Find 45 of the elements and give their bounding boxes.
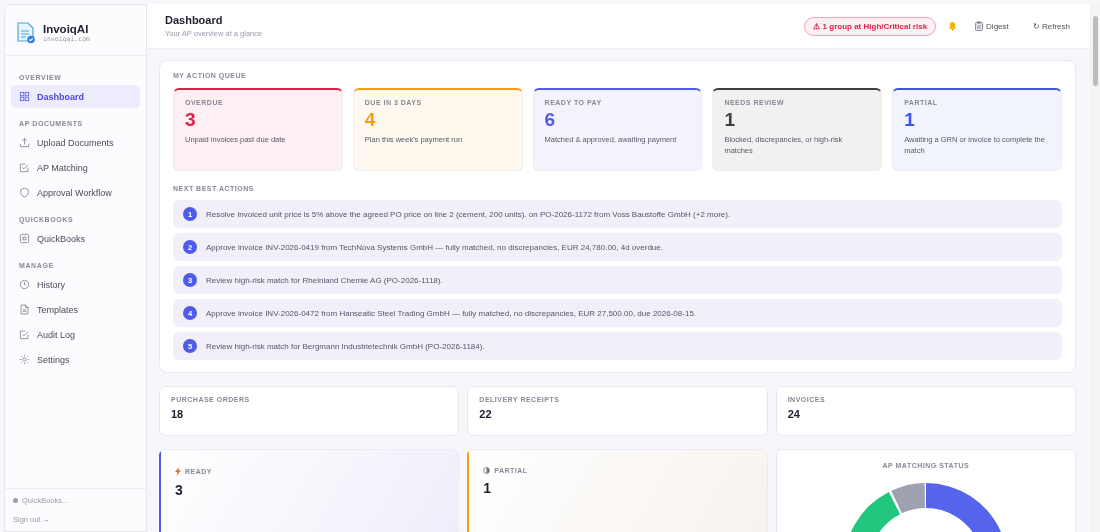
action-text: Approve invoice INV-2026-0472 from Hanseatic Steel Trading GmbH — fully matched, no discrepancies, EUR 27,500.00, due 2026-08-15. xyxy=(206,308,697,318)
digest-button[interactable]: Digest xyxy=(969,18,1015,34)
nav-item[interactable]: Settings xyxy=(11,348,140,371)
nav-item[interactable]: Audit Log xyxy=(11,323,140,346)
half-circle-icon xyxy=(483,467,491,474)
shield-icon xyxy=(19,187,30,198)
bell-icon[interactable] xyxy=(948,21,958,31)
square-icon xyxy=(19,233,30,244)
status-dot xyxy=(13,498,18,503)
risk-alert-badge[interactable]: ⚠ 1 group at High/Critical risk xyxy=(804,16,937,36)
action-text: Review high-risk match for Bergmann Industrietechnik GmbH (PO-2026-1184). xyxy=(206,341,485,351)
nav-item[interactable]: Dashboard xyxy=(11,85,140,108)
clock-icon xyxy=(19,279,30,290)
nav-item[interactable]: Templates xyxy=(11,298,140,321)
card-count: 4 xyxy=(364,109,377,131)
card-count: 3 xyxy=(185,109,197,131)
page-title: Dashboard xyxy=(165,14,224,26)
grid-icon xyxy=(19,91,30,102)
checkbox-icon xyxy=(19,162,30,173)
nav-item[interactable]: History xyxy=(11,273,140,296)
stat-value: 24 xyxy=(787,408,801,420)
nav-item[interactable]: Approval Workflow xyxy=(11,181,140,204)
checkbox-icon xyxy=(19,329,30,340)
nav-item[interactable]: QuickBooks xyxy=(11,227,140,250)
upload-icon xyxy=(19,137,30,148)
card-count: 1 xyxy=(724,109,736,131)
action-text: Approve invoice INV-2026-0419 from TechNova Systems GmbH — fully matched, no discrepancies, EUR 24,780.00, 4d overdue. xyxy=(206,242,663,252)
clipboard-icon xyxy=(975,21,984,31)
gear-icon xyxy=(19,354,30,365)
document-icon xyxy=(19,304,30,315)
nav-item[interactable]: Upload Documents xyxy=(11,131,140,154)
card-count: 6 xyxy=(544,109,557,131)
action-text: Review high-risk match for Rheinland Chemie AG (PO-2026-1118). xyxy=(206,275,443,285)
status-value: 3 xyxy=(175,482,184,498)
stat-value: 18 xyxy=(171,408,185,420)
status-value: 1 xyxy=(483,480,493,496)
refresh-button[interactable]: ↻ Refresh xyxy=(1026,18,1076,34)
stat-value: 22 xyxy=(479,408,493,420)
brand-name: InvoiqAI xyxy=(43,23,89,35)
card-count: 1 xyxy=(904,109,916,131)
scrollbar[interactable] xyxy=(1090,4,1100,532)
action-text: Resolve Invoiced unit price is 5% above the agreed PO price on line 2 (cement, 200 units). on PO-2026-1172 from Voss Baustoffe GmbH (+2 more). xyxy=(206,209,731,219)
document-check-icon xyxy=(17,22,35,44)
lightning-icon xyxy=(175,467,181,476)
nav-item[interactable]: AP Matching xyxy=(11,156,140,179)
